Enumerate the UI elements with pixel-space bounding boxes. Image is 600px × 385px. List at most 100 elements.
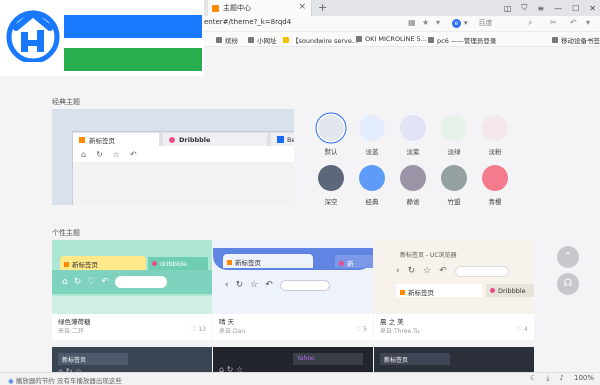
preview-tab-strip: 新标签页 Dribbble Be <box>73 132 294 146</box>
more-icon[interactable]: ▾ <box>586 18 590 27</box>
swatch-label: 淡紫 <box>406 148 420 156</box>
preview-tab: 新标签页 <box>60 256 146 270</box>
section-title-personal: 个性主题 <box>52 229 80 237</box>
theme-card-partial[interactable]: 新标签页 ⌂ ↻ ☆ <box>52 347 212 372</box>
dribbble-icon <box>169 136 175 143</box>
preview-search-box <box>454 265 509 277</box>
night-mode-icon[interactable]: ☾ <box>530 374 536 383</box>
theme-name: 晴 天 <box>219 318 235 326</box>
theme-card-preview: 新标签页 dribbble ⌂ ↻ ♡ ↶ <box>52 240 212 314</box>
logo-icon <box>6 10 60 62</box>
swatch-serene[interactable]: 静谧 <box>393 165 433 206</box>
swatch-light-purple[interactable]: 淡紫 <box>393 115 433 156</box>
theme-card-partial[interactable]: 新标签页 <box>374 347 534 372</box>
preview-tab-label: 新标签页 <box>62 357 87 364</box>
swatch-light-green[interactable]: 淡绿 <box>434 115 474 156</box>
preview-tab: 新 <box>335 255 373 268</box>
baidu-icon: e <box>452 18 461 28</box>
theme-likes[interactable]: ♡ 4 <box>517 326 528 333</box>
shield-icon[interactable]: ⛉ <box>521 3 527 13</box>
folder-icon <box>552 37 558 43</box>
theme-likes[interactable]: ♡ 5 <box>356 326 367 333</box>
cut-icon[interactable]: ✂ <box>550 18 557 27</box>
headset-icon: ☊ <box>563 278 573 289</box>
search-icon[interactable]: ⌕ <box>528 18 532 28</box>
dribbble-icon <box>490 288 495 293</box>
page-icon <box>356 36 362 42</box>
scroll-top-button[interactable]: ⌃ <box>557 246 579 268</box>
swatch-label: 淡绿 <box>447 148 461 156</box>
swatch-circle <box>318 165 344 191</box>
theme-card-mint[interactable]: 新标签页 dribbble ⌂ ↻ ♡ ↶ 绿色薄荷糖 来自:二环 ♡ 13 <box>52 240 212 340</box>
bookmark-item[interactable]: 缤纷 <box>216 35 238 45</box>
download-icon[interactable]: ⤓ <box>546 374 549 383</box>
swatch-label: 深空 <box>324 198 338 206</box>
theme-card-sunny[interactable]: 新标签页 新 ‹ ↻ ☆ ↶ 晴 天 来自:Dan ♡ 5 <box>213 240 373 340</box>
engine-chevron-icon: ▾ <box>464 19 468 27</box>
theme-likes[interactable]: ♡ 13 <box>191 326 206 333</box>
status-tools: ☾ ⤓ ♪ 100% <box>530 374 594 383</box>
preview-tab: Dribbble <box>163 133 267 146</box>
minimize-icon[interactable]: — <box>554 4 562 13</box>
swatch-cherry[interactable]: 青樱 <box>475 165 515 206</box>
swatch-bamboo[interactable]: 竹盟 <box>434 165 474 206</box>
bookmark-item[interactable]: OKI MICROLINE 5... <box>356 35 427 43</box>
logo-bar-blue <box>64 15 202 38</box>
likes-count: 4 <box>524 326 528 333</box>
preview-search-box <box>279 279 330 291</box>
page-icon <box>428 37 434 43</box>
new-tab-icon[interactable]: + <box>318 0 327 16</box>
dropdown-chevron-icon[interactable]: ▾ <box>436 18 440 27</box>
likes-count: 5 <box>363 326 367 333</box>
swatch-deep-space[interactable]: 深空 <box>311 165 351 206</box>
swatch-label: 淡粉 <box>488 148 502 156</box>
speaker-icon[interactable]: ♪ <box>560 374 564 383</box>
bookmark-item[interactable]: 【soundwire serve... <box>283 35 358 45</box>
swatch-default[interactable]: 默认 <box>311 115 351 156</box>
swatch-circle <box>482 115 508 141</box>
preview-nav-bar: ‹ ↻ ☆ ↶ <box>213 274 373 296</box>
undo-icon[interactable]: ↶ <box>570 18 577 27</box>
feedback-button[interactable]: ☊ <box>557 273 579 295</box>
swatch-circle <box>441 115 467 141</box>
preview-tab-label: Yahoo <box>297 355 315 362</box>
url-field[interactable]: enter#/theme?_k=8rqd4 <box>204 18 291 26</box>
preview-browser-frame: 新标签页 Dribbble Be ⌂ ↻ ☆ ↶ <box>72 131 294 205</box>
watermark-logo <box>0 0 204 76</box>
tab-theme-center[interactable]: 主题中心 × <box>208 0 312 16</box>
maximize-icon[interactable]: ☐ <box>572 4 579 13</box>
swatch-classic[interactable]: 经典 <box>352 165 392 206</box>
back-icon: ‹ <box>396 266 400 276</box>
swatch-circle <box>359 165 385 191</box>
preview-tab-label: 新标签页 <box>72 261 98 269</box>
preview-tab-label: Dribbble <box>179 135 211 144</box>
swatch-circle <box>318 115 344 141</box>
heart-icon: ♡ <box>87 277 96 287</box>
swatch-light-blue[interactable]: 淡蓝 <box>352 115 392 156</box>
close-window-icon[interactable]: ✕ <box>589 4 596 13</box>
swatch-circle <box>441 165 467 191</box>
grid-icon[interactable]: ▦ <box>408 18 416 27</box>
swatch-label: 青樱 <box>488 198 502 206</box>
bookmark-label: pc6 ——管理员登录 <box>437 37 497 45</box>
bookmark-item[interactable]: 小网址 <box>248 35 277 45</box>
swatch-circle <box>359 115 385 141</box>
swatch-circle <box>400 165 426 191</box>
theme-card-morning[interactable]: 新标签页 - UC浏览器 ‹ ↻ ☆ ↶ 新标签页 Dribbble 晨 之 美… <box>374 240 534 340</box>
classic-theme-preview[interactable]: 新标签页 Dribbble Be ⌂ ↻ ☆ ↶ <box>52 109 294 205</box>
star-icon: ☆ <box>423 266 432 276</box>
search-engine-selector[interactable]: e ▾ 百度 <box>452 18 493 28</box>
theme-card-partial[interactable]: Yahoo ⌂ ↻ ☆ <box>213 347 373 372</box>
star-icon[interactable]: ★ <box>422 18 429 27</box>
preview-tab: dribbble <box>148 257 208 270</box>
menu-icon[interactable]: ≡ <box>537 4 544 13</box>
bookmark-item[interactable]: 移动设备书签 <box>552 35 600 45</box>
refresh-icon: ↻ <box>407 266 416 276</box>
preview-tab: Yahoo <box>293 353 363 365</box>
preview-tab: 新标签页 <box>73 133 159 146</box>
zoom-level[interactable]: 100% <box>574 374 594 383</box>
sidebar-toggle-icon[interactable]: ◫ <box>504 4 512 13</box>
bookmark-item[interactable]: pc6 ——管理员登录 <box>428 35 496 45</box>
swatch-light-pink[interactable]: 淡粉 <box>475 115 515 156</box>
tab-close-icon[interactable]: × <box>298 2 306 12</box>
